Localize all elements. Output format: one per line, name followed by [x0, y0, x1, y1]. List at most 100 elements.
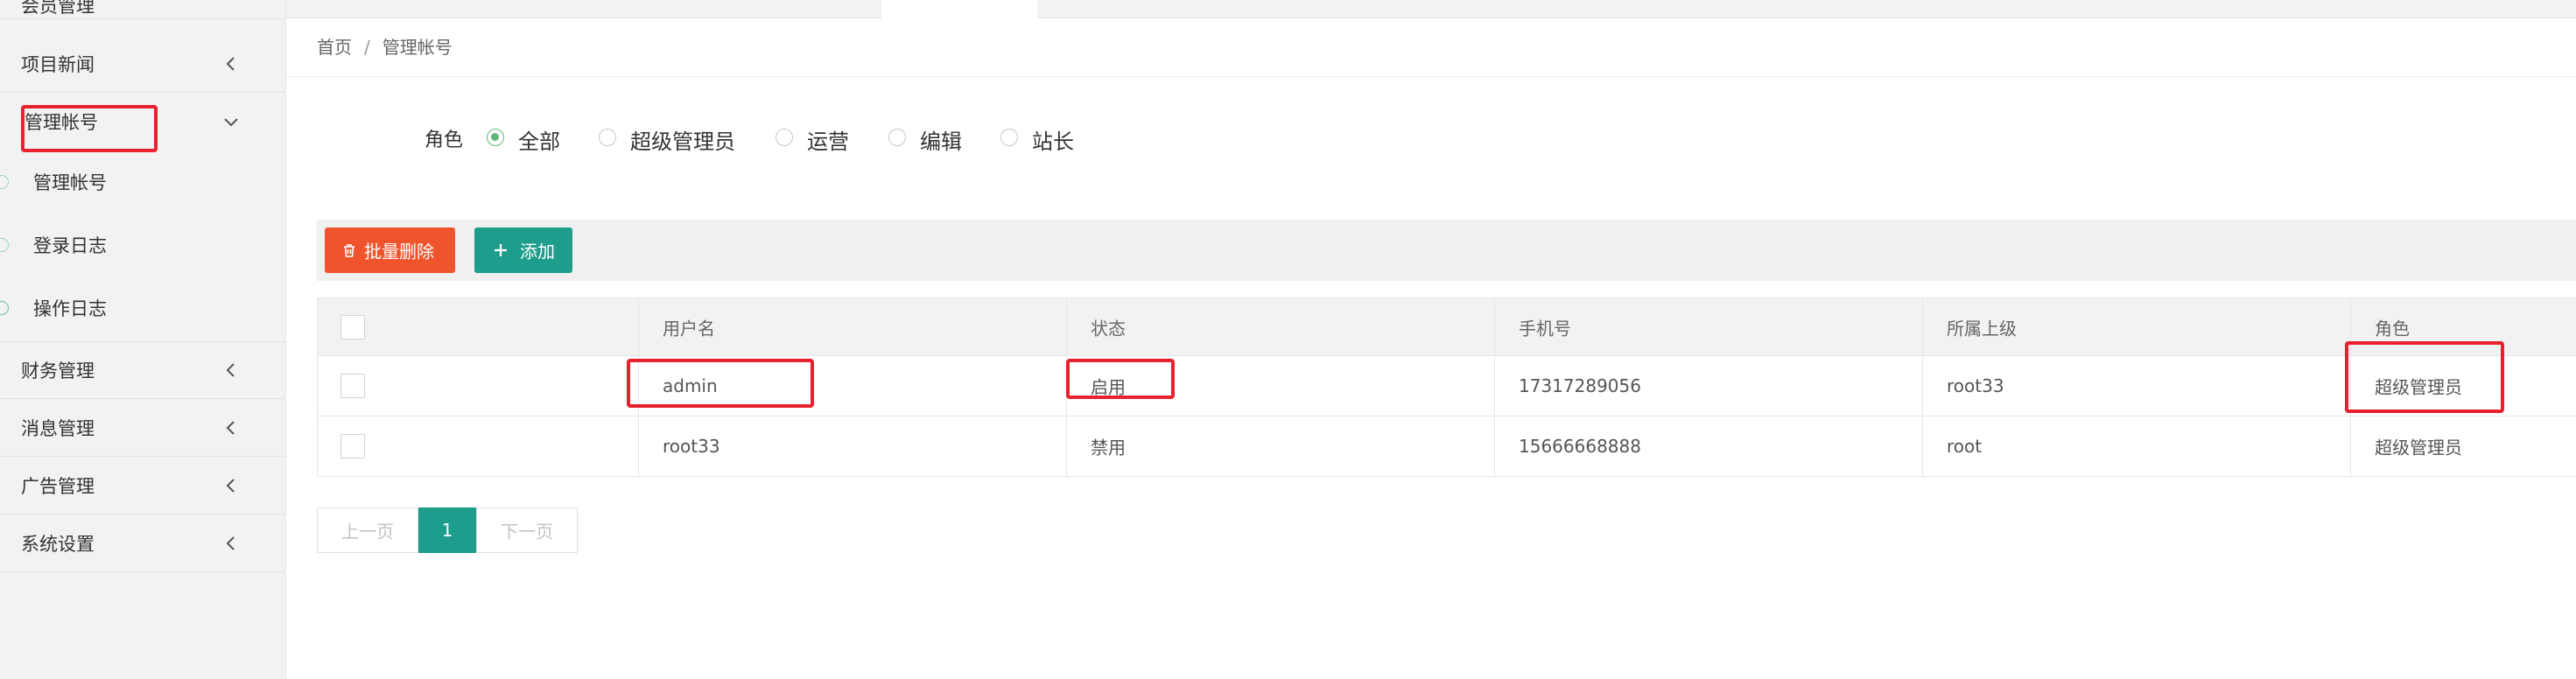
next-page-button[interactable]: 下一页 — [476, 508, 578, 553]
table-row[interactable]: root33 禁用 15666668888 root 超级管理员 — [318, 416, 2576, 477]
prev-page-button[interactable]: 上一页 — [317, 508, 418, 553]
add-button[interactable]: 添加 — [474, 228, 572, 273]
pagination: 上一页 1 下一页 — [317, 508, 578, 553]
breadcrumb-separator: / — [364, 37, 370, 58]
user-icon — [0, 175, 9, 189]
sidebar-item-settings[interactable]: 系统设置 — [0, 514, 285, 572]
radio-circle — [888, 129, 906, 146]
username-value: root33 — [663, 436, 720, 457]
sidebar-item-finance[interactable]: 财务管理 — [0, 341, 285, 399]
plus-icon — [495, 244, 507, 256]
row-select-cell — [318, 416, 639, 476]
role-value: 超级管理员 — [2375, 437, 2462, 458]
chevron-left-icon — [226, 56, 235, 71]
breadcrumb-current: 管理帐号 — [382, 37, 453, 58]
sidebar-item-label: 项目新闻 — [21, 53, 95, 75]
radio-label: 运营 — [807, 130, 849, 154]
select-all-checkbox[interactable] — [340, 314, 365, 340]
sidebar-item-label: 消息管理 — [21, 417, 95, 439]
column-header: 所属上级 — [1923, 298, 2351, 355]
column-header: 状态 — [1067, 298, 1495, 355]
sidebar-subitem-admin-accounts[interactable]: 管理帐号 — [0, 150, 285, 214]
sidebar-item-news[interactable]: 项目新闻 — [0, 35, 285, 93]
row-checkbox[interactable] — [340, 374, 365, 398]
phone-value: 17317289056 — [1519, 375, 1641, 396]
column-header: 用户名 — [639, 298, 1067, 355]
radio-circle — [599, 129, 616, 146]
superior-value: root33 — [1947, 375, 2004, 396]
status-value: 禁用 — [1091, 437, 1126, 458]
sidebar-item-messages[interactable]: 消息管理 — [0, 399, 285, 457]
table-header: 用户名 状态 手机号 所属上级 角色 — [318, 298, 2576, 356]
breadcrumb: 首页 / 管理帐号 — [317, 33, 453, 59]
sidebar-subitem-label: 操作日志 — [33, 298, 107, 319]
table-cell: 禁用 — [1067, 416, 1495, 476]
page-button-current[interactable]: 1 — [418, 508, 476, 553]
column-header-label: 所属上级 — [1947, 318, 2017, 339]
sidebar-item-label: 管理帐号 — [25, 112, 98, 133]
radio-label: 超级管理员 — [630, 130, 735, 154]
sidebar-item-label: 系统设置 — [21, 533, 95, 555]
table-cell: root33 — [639, 416, 1067, 476]
header-select-cell — [318, 298, 639, 355]
table-row[interactable]: admin 启用 17317289056 root33 超级管理员 — [318, 356, 2576, 416]
row-select-cell — [318, 356, 639, 416]
column-header-label: 手机号 — [1519, 318, 1571, 339]
column-header-label: 状态 — [1091, 318, 1126, 339]
radio-circle — [487, 129, 504, 146]
role-value: 超级管理员 — [2375, 376, 2462, 398]
sidebar: 会员管理 项目新闻 管理帐号 管理帐号 登录日志 操作日志 财务管理 消息管理 … — [0, 0, 286, 679]
role-filter-label: 角色 — [425, 130, 464, 151]
table-cell: admin — [639, 356, 1067, 416]
trash-icon — [344, 244, 354, 257]
login-icon — [0, 238, 9, 252]
chevron-left-icon — [226, 420, 235, 435]
chevron-left-icon — [226, 363, 235, 377]
sidebar-subitem-label: 管理帐号 — [33, 172, 107, 193]
chevron-left-icon — [226, 536, 235, 550]
column-header: 角色 — [2351, 298, 2576, 355]
table-cell: 超级管理员 — [2351, 356, 2576, 416]
breadcrumb-home[interactable]: 首页 — [317, 37, 352, 58]
sidebar-item-members[interactable]: 会员管理 — [0, 0, 285, 19]
column-header-label: 角色 — [2375, 318, 2410, 339]
superior-value: root — [1947, 436, 1983, 457]
sidebar-subitem-operation-log[interactable]: 操作日志 — [0, 276, 285, 340]
table-cell: root — [1923, 416, 2351, 476]
table-cell: 17317289056 — [1495, 356, 1923, 416]
radio-circle — [1000, 129, 1018, 146]
table-cell: 超级管理员 — [2351, 416, 2576, 476]
sidebar-item-admin-accounts[interactable]: 管理帐号 — [0, 93, 285, 150]
row-checkbox[interactable] — [340, 434, 365, 458]
batch-delete-button[interactable]: 批量删除 — [325, 228, 455, 273]
tab-strip — [286, 0, 2576, 18]
status-value: 启用 — [1091, 376, 1126, 398]
batch-delete-label: 批量删除 — [364, 241, 434, 262]
table-cell: 启用 — [1067, 356, 1495, 416]
radio-label: 编辑 — [920, 130, 962, 154]
prev-page-label: 上一页 — [341, 521, 394, 542]
next-page-label: 下一页 — [501, 521, 553, 542]
sidebar-subitem-login-log[interactable]: 登录日志 — [0, 214, 285, 276]
admin-accounts-table: 用户名 状态 手机号 所属上级 角色 admin 启用 17317289056 … — [317, 298, 2576, 477]
column-header-label: 用户名 — [663, 318, 715, 339]
chevron-left-icon — [226, 478, 235, 493]
table-cell: 15666668888 — [1495, 416, 1923, 476]
table-toolbar: 批量删除 添加 — [317, 220, 2576, 281]
username-value: admin — [663, 375, 718, 396]
radio-circle — [776, 129, 793, 146]
sidebar-item-label: 财务管理 — [21, 360, 95, 382]
sidebar-item-ads[interactable]: 广告管理 — [0, 457, 285, 514]
add-label: 添加 — [520, 241, 555, 262]
tab-active[interactable] — [881, 0, 1037, 18]
clock-icon — [0, 301, 9, 315]
radio-label: 全部 — [518, 130, 560, 154]
sidebar-subitem-label: 登录日志 — [33, 235, 107, 256]
table-cell: root33 — [1923, 356, 2351, 416]
radio-label: 站长 — [1032, 130, 1074, 154]
divider — [286, 76, 2576, 77]
sidebar-item-label: 广告管理 — [21, 475, 95, 497]
page-number: 1 — [441, 520, 453, 541]
sidebar-item-label: 会员管理 — [21, 0, 95, 17]
column-header: 手机号 — [1495, 298, 1923, 355]
